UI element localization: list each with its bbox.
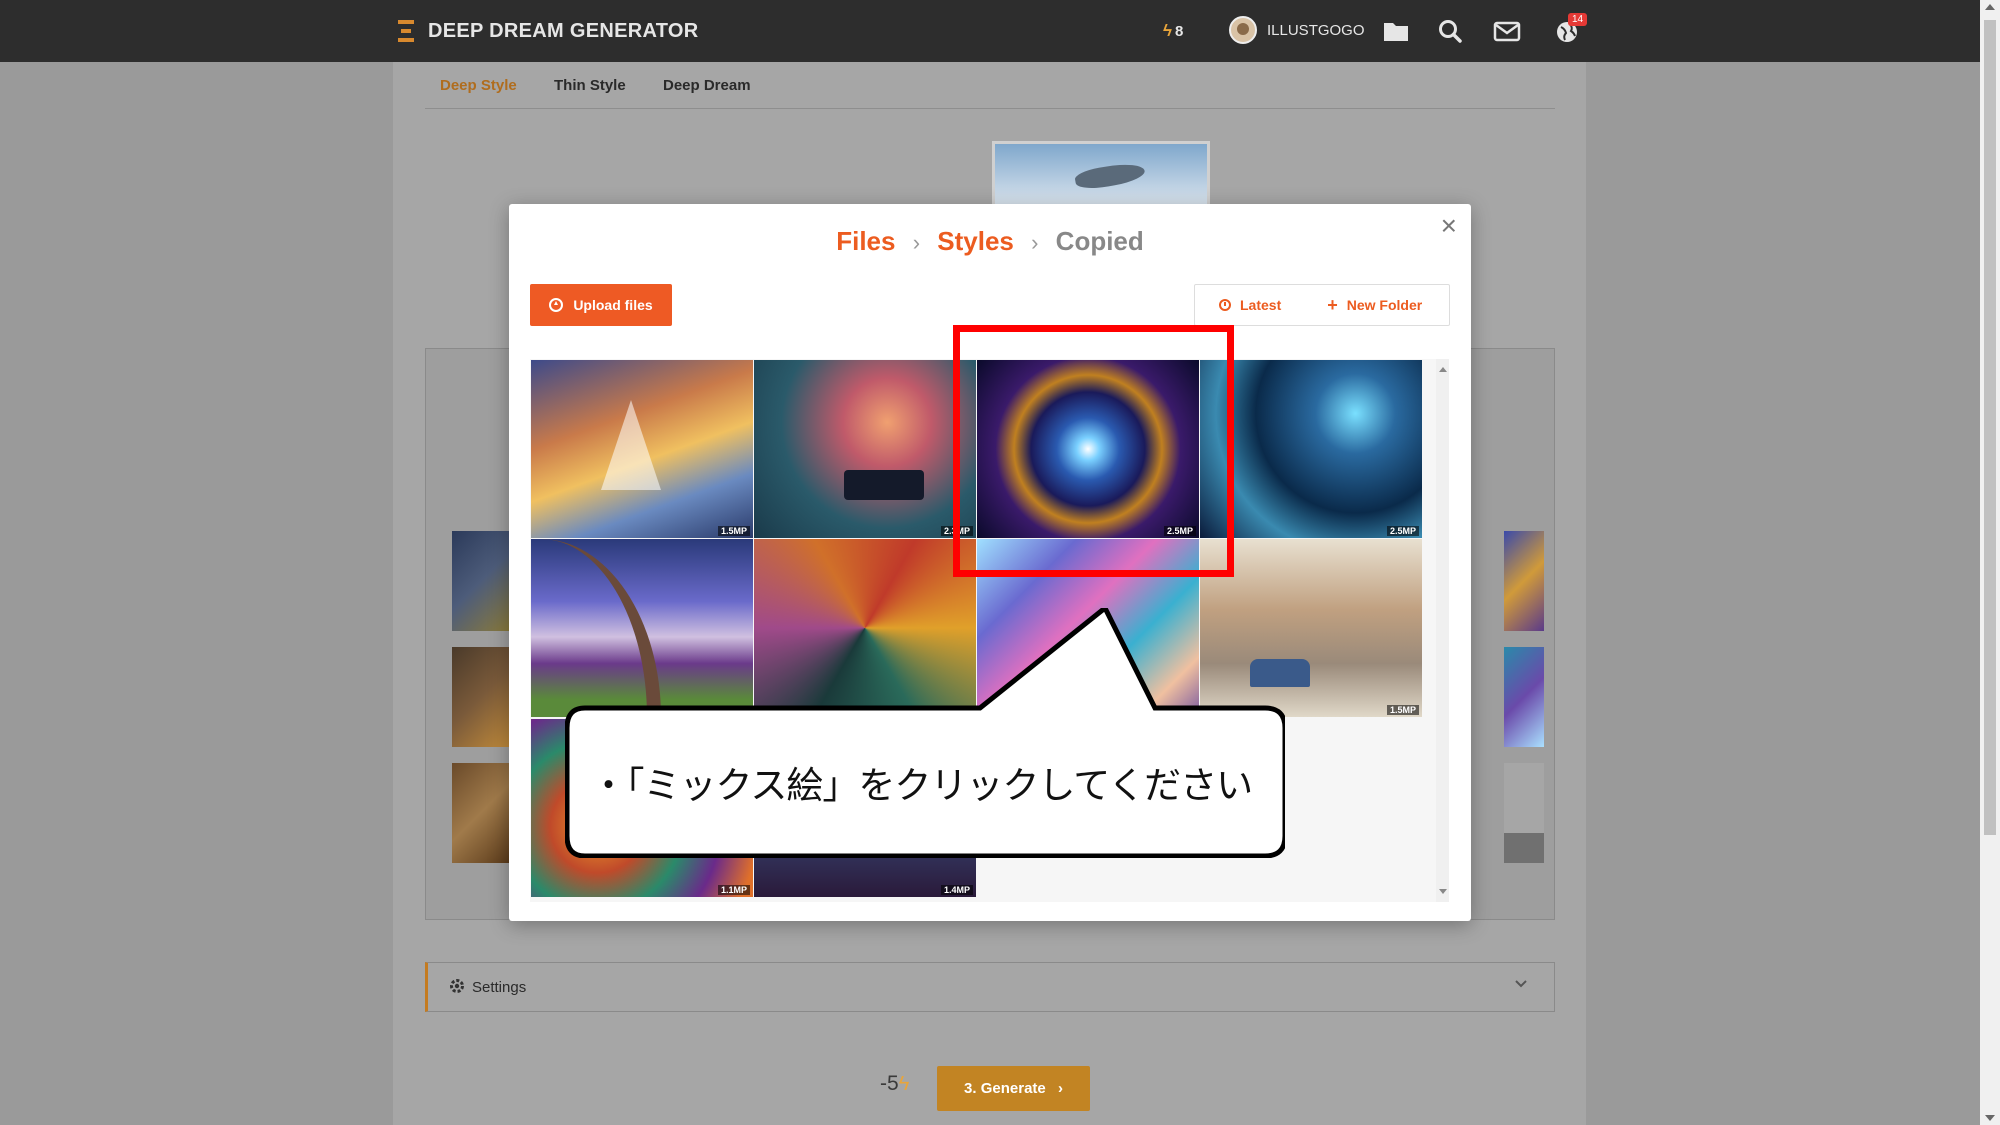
callout-text: ・「ミックス絵」をクリックしてください — [590, 765, 1253, 806]
generate-cost: -5ϟ — [880, 1072, 912, 1096]
thumb-size-label: 1.5MP — [1386, 705, 1419, 715]
scroll-down-arrow[interactable] — [1985, 1115, 1995, 1121]
side-thumb-right-1[interactable] — [1504, 531, 1544, 631]
callout-bubble — [565, 608, 1285, 858]
chevron-right-icon: › — [1031, 230, 1039, 255]
chevron-right-icon: › — [912, 230, 921, 255]
plus-icon: + — [1327, 295, 1338, 315]
thumb-size-label: 1.4MP — [940, 885, 973, 895]
tab-deep-dream[interactable]: Deep Dream — [663, 77, 751, 94]
style-tabs: Deep Style Thin Style Deep Dream — [425, 62, 1555, 109]
latest-label: Latest — [1240, 297, 1282, 313]
tab-thin-style[interactable]: Thin Style — [554, 77, 626, 94]
energy-counter[interactable]: ϟ 8 — [1163, 21, 1183, 41]
lightning-icon: ϟ — [1163, 21, 1172, 40]
sort-latest-button[interactable]: Latest — [1219, 297, 1281, 313]
upload-files-button[interactable]: Upload files — [530, 284, 672, 326]
username: ILLUSTGOGO — [1267, 21, 1365, 39]
avatar — [1229, 16, 1257, 44]
clock-icon — [1219, 299, 1231, 311]
mail-icon[interactable] — [1493, 18, 1521, 44]
upload-label: Upload files — [573, 297, 653, 313]
grid-scrollbar[interactable] — [1436, 359, 1449, 902]
search-icon[interactable] — [1436, 18, 1464, 44]
generate-label: 3. Generate — [964, 1080, 1046, 1097]
chevron-right-icon: › — [1057, 1080, 1063, 1097]
breadcrumb: Files › Styles › Copied — [509, 226, 1471, 257]
new-folder-label: New Folder — [1346, 297, 1423, 313]
side-thumb-right-2[interactable] — [1504, 647, 1544, 747]
settings-label: Settings — [472, 979, 527, 996]
side-thumb-autumn[interactable] — [452, 647, 510, 747]
tab-deep-style[interactable]: Deep Style — [440, 77, 517, 94]
page-scrollbar[interactable] — [1980, 0, 2000, 1125]
breadcrumb-styles[interactable]: Styles — [937, 226, 1014, 256]
side-thumb-cracks[interactable] — [452, 763, 510, 863]
lightning-icon: ϟ — [898, 1073, 910, 1095]
file-toolbar: Latest + New Folder — [1194, 284, 1450, 326]
scroll-up-arrow[interactable] — [1439, 367, 1447, 372]
thumb-piano-jungle[interactable]: 2.3MP — [754, 360, 976, 538]
highlight-box — [953, 325, 1234, 577]
notification-badge: 14 — [1568, 13, 1588, 26]
gear-icon — [450, 979, 464, 993]
scroll-thumb[interactable] — [1984, 20, 1996, 835]
side-thumb-starry[interactable] — [452, 531, 510, 631]
top-navbar: DEEP DREAM GENERATOR ϟ 8 ILLUSTGOGO 14 — [0, 0, 1980, 62]
thumb-size-label: 2.5MP — [1386, 526, 1419, 536]
breadcrumb-copied: Copied — [1055, 226, 1144, 256]
cost-value: -5 — [880, 1072, 899, 1095]
folder-icon[interactable] — [1382, 18, 1410, 44]
scroll-down-arrow[interactable] — [1439, 889, 1447, 894]
breadcrumb-files[interactable]: Files — [836, 226, 895, 256]
new-folder-button[interactable]: + New Folder — [1327, 295, 1423, 315]
upload-icon — [549, 298, 564, 312]
user-menu[interactable]: ILLUSTGOGO — [1229, 16, 1365, 44]
logo-icon — [398, 20, 414, 42]
thumb-sailing-ship[interactable]: 1.5MP — [531, 360, 753, 538]
side-thumb-right-3[interactable] — [1504, 763, 1544, 863]
base-image-preview[interactable] — [992, 141, 1210, 211]
energy-value: 8 — [1175, 22, 1184, 40]
scroll-up-arrow[interactable] — [1985, 4, 1995, 10]
thumb-size-label: 1.1MP — [717, 885, 750, 895]
chevron-down-icon — [1515, 980, 1527, 988]
brand-logo[interactable]: DEEP DREAM GENERATOR — [398, 17, 698, 45]
thumb-size-label: 1.5MP — [717, 526, 750, 536]
brand-name: DEEP DREAM GENERATOR — [428, 19, 699, 42]
settings-accordion[interactable]: Settings — [425, 962, 1555, 1012]
generate-button[interactable]: 3. Generate › — [937, 1066, 1090, 1111]
